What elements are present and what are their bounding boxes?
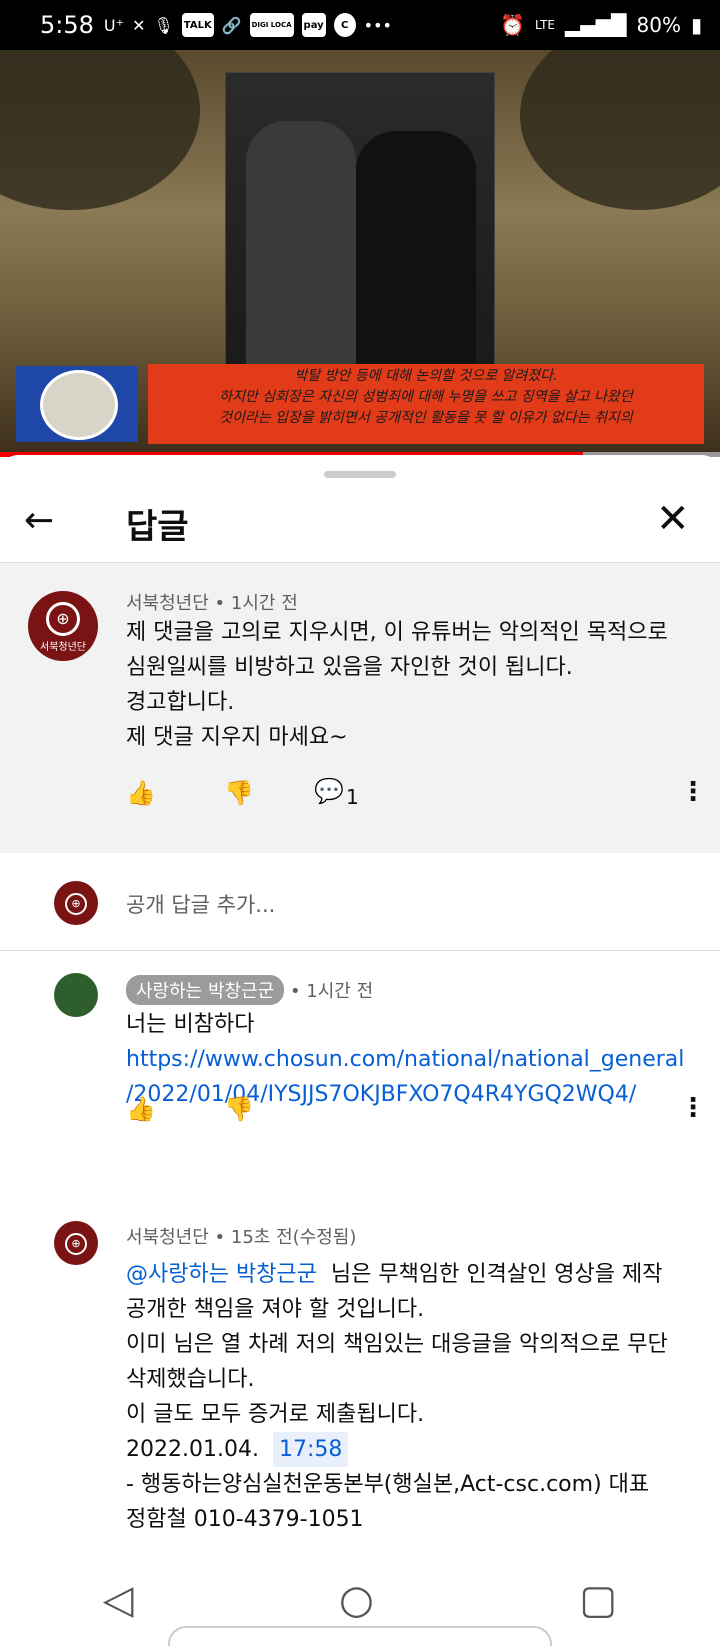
lte-label: LTE — [535, 18, 555, 32]
separator-dot: • — [289, 981, 301, 1002]
text-line: 심원일씨를 비방하고 있음을 자인한 것이 됩니다. — [126, 655, 573, 680]
text-fragment: 님은 무책임한 인격살인 영상을 제작 — [330, 1262, 663, 1287]
signal-icon: ▂▄▆█ — [565, 13, 627, 37]
comment-author-chip[interactable]: 사랑하는 박창근군 — [126, 975, 285, 1005]
video-photo — [225, 72, 495, 372]
mic-icon: 🎙 — [153, 15, 174, 35]
tree-right — [520, 50, 720, 210]
text-line: 너는 비참하다 — [126, 1012, 255, 1037]
emblem-icon: ⊕ — [65, 1233, 87, 1255]
page-title: 답글 — [126, 507, 189, 547]
battery-level: 80% — [636, 13, 681, 37]
reply-count: 1 — [346, 785, 359, 809]
text-line: 2022.01.04. 17:58 — [126, 1432, 706, 1467]
text-line: 이 글도 모두 증거로 제출됩니다. — [126, 1402, 425, 1427]
drag-handle[interactable] — [324, 471, 396, 478]
notification-icons: U⁺ ✕ 🎙 TALK 🔗 DIGI LOCA pay C ••• — [104, 13, 392, 37]
avatar[interactable]: ⊕ — [54, 1221, 98, 1265]
system-icons: ⏰ LTE ▂▄▆█ 80% ▮ — [500, 13, 702, 37]
keyboard-handle — [168, 1626, 552, 1646]
text-line: @사랑하는 박창근군 님은 무책임한 인격살인 영상을 제작 — [126, 1257, 706, 1292]
caption-line: 것이라는 입장을 밝히면서 공개적인 활동을 못 할 이유가 없다는 취지의 — [219, 410, 633, 426]
c-badge-icon: C — [333, 13, 356, 37]
muted-icon: ✕ — [132, 15, 146, 35]
nav-back-icon[interactable]: ◁ — [103, 1577, 134, 1623]
reply-icon[interactable]: 💬 — [314, 777, 344, 805]
comment-link[interactable]: https://www.chosun.com/national/national… — [126, 1042, 684, 1077]
nav-home-icon[interactable]: ○ — [339, 1577, 374, 1623]
sheet-header: ← 답글 ✕ — [0, 481, 720, 563]
separator-dot: • — [214, 1227, 226, 1248]
channel-avatar — [40, 370, 118, 440]
add-reply-row[interactable]: ⊕ 공개 답글 추가... — [0, 853, 720, 951]
comment-time: 1시간 전 — [306, 981, 374, 1002]
comment-time: 15초 전(수정됨) — [230, 1227, 357, 1248]
more-options-icon[interactable]: ⋮ — [680, 1095, 706, 1121]
text-line: 경고합니다. — [126, 690, 235, 715]
text-line: 이미 님은 열 차례 저의 책임있는 대응글을 악의적으로 무단 — [126, 1332, 668, 1357]
caption-line: 하지만 심회장은 자신의 성범죄에 대해 누명을 쓰고 징역을 살고 나왔던 — [219, 389, 633, 405]
nav-recents-icon[interactable]: ▢ — [579, 1577, 617, 1623]
caption-line: 박탈 방안 등에 대해 논의할 것으로 알려졌다. — [294, 368, 558, 384]
video-player[interactable]: 박탈 방안 등에 대해 논의할 것으로 알려졌다. 하지만 심회장은 자신의 성… — [0, 50, 720, 452]
text-line: 제 댓글 지우지 마세요~ — [126, 725, 348, 750]
comment-author[interactable]: 서북청년단 — [126, 1227, 209, 1248]
comment-author[interactable]: 서북청년단 — [126, 593, 209, 614]
talk-badge-icon: TALK — [181, 13, 214, 37]
date-text: 2022.01.04. — [126, 1437, 259, 1462]
parent-comment: ⊕ 서북청년단 서북청년단 • 1시간 전 제 댓글을 고의로 지우시면, 이 … — [0, 563, 720, 853]
digiloca-badge-icon: DIGI LOCA — [249, 13, 294, 37]
link-icon: 🔗 — [221, 15, 242, 35]
comment-link[interactable]: /2022/01/04/IYSJJS7OKJBFXO7Q4R4YGQ2WQ4/ — [126, 1077, 684, 1112]
emblem-icon: ⊕ — [65, 893, 87, 915]
text-line: 삭제했습니다. — [126, 1367, 255, 1392]
comment-text: 제 댓글을 고의로 지우시면, 이 유튜버는 악의적인 목적으로 심원일씨를 비… — [126, 615, 668, 755]
comment-text: 너는 비참하다 https://www.chosun.com/national/… — [126, 1007, 684, 1112]
text-line: 공개한 책임을 져야 할 것입니다. — [126, 1297, 425, 1322]
comment-time: 1시간 전 — [230, 593, 298, 614]
dislike-icon[interactable]: 👎 — [224, 779, 254, 807]
text-line: - 행동하는양심실천운동본부(행실본,Act-csc.com) 대표 — [126, 1472, 650, 1497]
replies-sheet: ← 답글 ✕ ⊕ 서북청년단 서북청년단 • 1시간 전 제 댓글을 고의로 지… — [0, 455, 720, 1640]
more-options-icon[interactable]: ⋮ — [680, 779, 706, 805]
timestamp-link[interactable]: 17:58 — [272, 1432, 349, 1467]
avatar-label: 서북청년단 — [40, 641, 86, 653]
close-icon[interactable]: ✕ — [656, 497, 690, 541]
comment-meta: 서북청년단 • 1시간 전 — [126, 589, 298, 615]
separator-dot: • — [214, 593, 226, 614]
person-left — [246, 121, 356, 371]
person-right — [356, 131, 476, 371]
avatar[interactable]: ⊕ 서북청년단 — [28, 591, 98, 661]
comment-meta: 서북청년단 • 15초 전(수정됨) — [126, 1223, 356, 1249]
clock: 5:58 — [40, 11, 94, 39]
dislike-icon[interactable]: 👎 — [224, 1095, 254, 1123]
avatar: ⊕ — [54, 881, 98, 925]
emblem-icon: ⊕ — [46, 601, 80, 636]
avatar[interactable] — [54, 973, 98, 1017]
pay-badge-icon: pay — [301, 13, 326, 37]
tree-left — [0, 50, 200, 210]
text-line: 정함철 010-4379-1051 — [126, 1507, 364, 1532]
more-notifications-icon: ••• — [363, 15, 392, 35]
alarm-icon: ⏰ — [500, 13, 526, 37]
text-line: 제 댓글을 고의로 지우시면, 이 유튜버는 악의적인 목적으로 — [126, 620, 668, 645]
like-icon[interactable]: 👍 — [126, 779, 156, 807]
status-bar: 5:58 U⁺ ✕ 🎙 TALK 🔗 DIGI LOCA pay C ••• ⏰… — [0, 0, 720, 50]
mention-link[interactable]: @사랑하는 박창근군 — [126, 1262, 317, 1287]
comment-meta: 사랑하는 박창근군 • 1시간 전 — [126, 975, 373, 1005]
channel-thumb — [16, 366, 138, 442]
add-reply-input[interactable]: 공개 답글 추가... — [126, 889, 275, 919]
carrier-label: U⁺ — [103, 15, 125, 35]
video-caption: 박탈 방안 등에 대해 논의할 것으로 알려졌다. 하지만 심회장은 자신의 성… — [148, 364, 704, 444]
back-arrow-icon[interactable]: ← — [24, 501, 64, 541]
like-icon[interactable]: 👍 — [126, 1095, 156, 1123]
comment-text: @사랑하는 박창근군 님은 무책임한 인격살인 영상을 제작 공개한 책임을 져… — [126, 1257, 706, 1537]
battery-icon: ▮ — [690, 13, 702, 37]
